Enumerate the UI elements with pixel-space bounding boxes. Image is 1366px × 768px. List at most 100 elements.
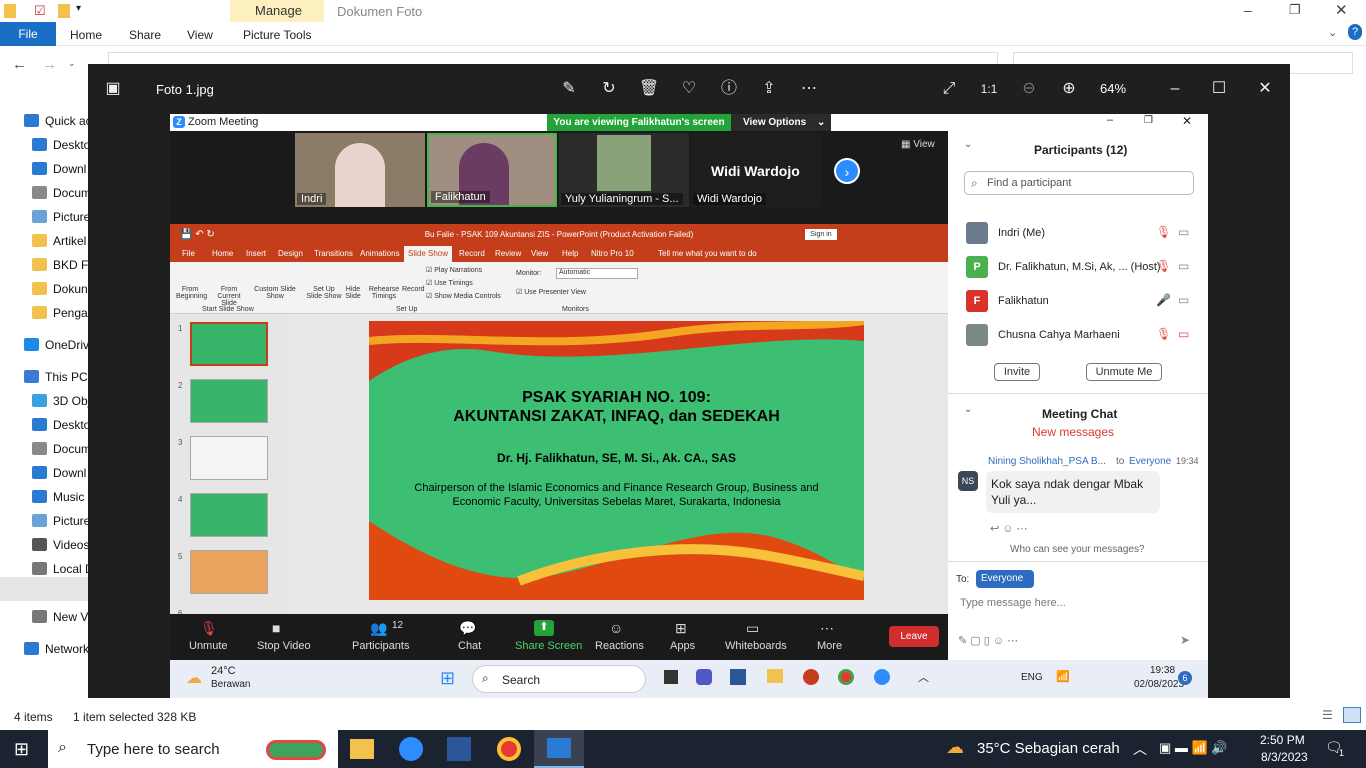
zoom-minimize-icon[interactable]: – bbox=[1107, 114, 1113, 126]
sidebar-item[interactable]: Network bbox=[0, 638, 88, 660]
camera-icon[interactable]: ▭ bbox=[1178, 225, 1189, 239]
tray-chevron-icon[interactable]: ︿ bbox=[918, 669, 929, 685]
leave-button[interactable]: Leave bbox=[889, 626, 939, 647]
word-taskbar-icon[interactable] bbox=[447, 737, 471, 761]
ppt-signin-button[interactable]: Sign in bbox=[805, 229, 837, 240]
minimize-icon[interactable]: – bbox=[1244, 2, 1252, 18]
reactions-icon[interactable]: ☺ bbox=[609, 620, 623, 636]
apps-icon[interactable]: ⊞ bbox=[675, 620, 687, 637]
new-folder-icon[interactable] bbox=[58, 4, 70, 18]
sidebar-item[interactable]: Deskto bbox=[0, 414, 88, 436]
sidebar-item[interactable]: Quick ac bbox=[0, 110, 88, 132]
ppt-tab[interactable]: Home bbox=[212, 249, 233, 258]
next-page-icon[interactable]: › bbox=[834, 158, 860, 184]
checkmark-icon[interactable]: ☑ bbox=[34, 3, 46, 19]
ppt-tab[interactable]: Animations bbox=[360, 249, 400, 258]
word-icon[interactable] bbox=[730, 669, 746, 685]
chat-tools-icon[interactable]: ✎ ▢ ▯ ☺ ⋯ bbox=[958, 634, 1018, 647]
sidebar-item[interactable]: Downl bbox=[0, 158, 88, 180]
participant-row[interactable]: P Dr. Falikhatun, M.Si, Ak, ... (Host) 🎙 ▭ bbox=[966, 254, 1196, 282]
sidebar-item[interactable]: 3D Obj bbox=[0, 390, 88, 412]
chat-sender[interactable]: Nining Sholikhah_PSA B... bbox=[988, 456, 1106, 467]
ppt-tell-me[interactable]: Tell me what you want to do bbox=[658, 249, 757, 258]
slide-thumbnail[interactable] bbox=[190, 379, 268, 423]
unmute-me-button[interactable]: Unmute Me bbox=[1086, 363, 1162, 381]
reactions-button[interactable]: Reactions bbox=[595, 640, 644, 652]
participant-row[interactable]: Indri (Me) 🎙 ▭ bbox=[966, 220, 1196, 248]
sidebar-item[interactable]: Docum bbox=[0, 182, 88, 204]
zoom-in-icon[interactable]: ⊕ bbox=[1058, 78, 1080, 100]
chrome-taskbar-icon[interactable] bbox=[497, 737, 521, 761]
view-button[interactable]: ▦ View bbox=[901, 139, 935, 150]
edit-image-icon[interactable]: ✎ bbox=[558, 78, 580, 100]
sidebar-item[interactable]: BKD Fe bbox=[0, 254, 88, 276]
rotate-icon[interactable]: ↻ bbox=[598, 78, 620, 100]
collapse-chevron-icon[interactable]: ⌄ bbox=[964, 139, 972, 150]
viewer-minimize-icon[interactable]: – bbox=[1164, 78, 1186, 100]
zoom-app-icon[interactable] bbox=[874, 669, 890, 685]
mic-muted-icon[interactable]: 🎙 bbox=[200, 620, 218, 637]
taskbar-search[interactable]: ⌕ Type here to search bbox=[48, 730, 338, 768]
custom-show-button[interactable]: Custom Slide Show bbox=[254, 286, 296, 300]
more-icon[interactable]: ⋯ bbox=[820, 620, 834, 637]
back-icon[interactable]: ← bbox=[12, 56, 27, 73]
qat-dropdown-icon[interactable]: ▾ bbox=[76, 3, 81, 14]
more-button[interactable]: More bbox=[817, 640, 842, 652]
monitor-select[interactable]: Automatic bbox=[556, 268, 638, 279]
video-tile-yuly[interactable]: Yuly Yulianingrum - S... bbox=[559, 133, 689, 207]
taskbar-time[interactable]: 2:50 PM bbox=[1260, 733, 1305, 747]
wifi-icon[interactable]: 📶 bbox=[1056, 670, 1070, 683]
start-icon[interactable]: ⊞ bbox=[440, 668, 455, 689]
share-screen-button[interactable]: Share Screen bbox=[515, 640, 582, 652]
participant-row[interactable]: Chusna Cahya Marhaeni 🎙 ▭ bbox=[966, 322, 1196, 350]
slide-thumbnail[interactable] bbox=[190, 550, 268, 594]
ppt-tab[interactable]: View bbox=[531, 249, 548, 258]
favorite-icon[interactable]: ♡ bbox=[678, 78, 700, 100]
viewer-close-icon[interactable]: ✕ bbox=[1254, 78, 1276, 100]
sidebar-item[interactable]: Pengal bbox=[0, 302, 88, 324]
ppt-tab[interactable]: File bbox=[182, 249, 195, 258]
record-button[interactable]: Record bbox=[402, 286, 425, 293]
message-input[interactable]: Type message here... bbox=[960, 597, 1066, 609]
setup-show-button[interactable]: Set Up Slide Show bbox=[306, 286, 342, 300]
collapse-chevron-icon[interactable]: ⌄ bbox=[964, 404, 972, 415]
participants-icon[interactable]: 👥 bbox=[370, 620, 387, 637]
play-narrations-check[interactable]: ☑ Play Narrations bbox=[426, 266, 482, 274]
send-icon[interactable]: ➤ bbox=[1180, 633, 1190, 647]
recipient-select[interactable]: Everyone ⌄ bbox=[976, 570, 1034, 595]
sidebar-item[interactable]: OneDriv bbox=[0, 334, 88, 356]
slide-thumbnail[interactable] bbox=[190, 493, 268, 537]
camera-icon[interactable]: ▭ bbox=[1178, 293, 1189, 307]
actual-size-icon[interactable]: 1:1 bbox=[978, 78, 1000, 100]
file-explorer-icon[interactable] bbox=[767, 669, 783, 683]
share-icon[interactable]: ⇪ bbox=[758, 78, 780, 100]
find-participant-input[interactable]: ⌕ Find a participant bbox=[964, 171, 1194, 195]
large-icons-view-icon[interactable] bbox=[1343, 707, 1361, 723]
fullscreen-icon[interactable]: ⤢ bbox=[938, 78, 960, 100]
chat-button[interactable]: Chat bbox=[458, 640, 481, 652]
mic-muted-icon[interactable]: 🎙 bbox=[1156, 225, 1171, 239]
file-tab[interactable]: File bbox=[0, 22, 56, 46]
forward-icon[interactable]: → bbox=[42, 56, 57, 73]
file-explorer-icon[interactable] bbox=[350, 739, 374, 759]
participants-button[interactable]: Participants bbox=[352, 640, 409, 652]
taskbar-date[interactable]: 8/3/2023 bbox=[1261, 750, 1308, 764]
chrome-icon[interactable] bbox=[838, 669, 854, 685]
video-tile-widi[interactable]: Widi Wardojo Widi Wardojo bbox=[691, 133, 821, 207]
help-icon[interactable]: ? bbox=[1348, 24, 1362, 40]
view-options-button[interactable]: View Options ⌄ bbox=[731, 114, 831, 131]
sidebar-item[interactable]: Artikel bbox=[0, 230, 88, 252]
more-icon[interactable]: ⋯ bbox=[798, 78, 820, 100]
from-current-button[interactable]: From Current Slide bbox=[214, 286, 244, 307]
sidebar-item[interactable]: Picture bbox=[0, 206, 88, 228]
chat-icon[interactable]: 💬 bbox=[459, 620, 476, 637]
sidebar-item[interactable]: New Vo bbox=[0, 606, 88, 628]
restore-icon[interactable]: ❐ bbox=[1289, 2, 1301, 18]
sidebar-item[interactable]: Music bbox=[0, 486, 88, 508]
inner-lang[interactable]: ENG bbox=[1021, 672, 1043, 683]
zoom-out-icon[interactable]: ⊖ bbox=[1018, 78, 1040, 100]
slide-thumbnail[interactable] bbox=[190, 322, 268, 366]
close-icon[interactable]: ✕ bbox=[1335, 1, 1348, 19]
sidebar-item[interactable]: Docum bbox=[0, 438, 88, 460]
share-screen-icon[interactable]: ⬆ bbox=[534, 620, 554, 636]
